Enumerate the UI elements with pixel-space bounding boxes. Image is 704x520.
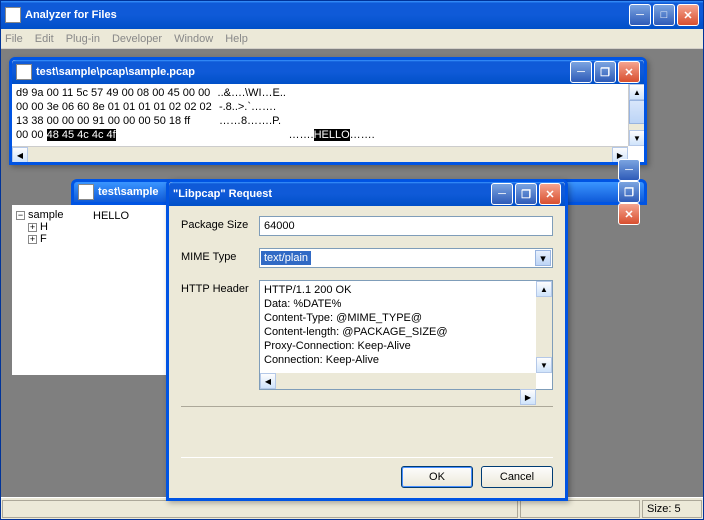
- maximize-button[interactable]: □: [653, 4, 675, 26]
- hex-restore-button[interactable]: ❐: [594, 61, 616, 83]
- document-icon: [78, 184, 94, 200]
- scroll-down-icon[interactable]: ▼: [536, 357, 552, 373]
- app-icon: [5, 7, 21, 23]
- collapse-icon[interactable]: −: [16, 211, 25, 220]
- status-cell: [520, 500, 640, 518]
- dialog-minimize-button[interactable]: ─: [491, 183, 513, 205]
- scroll-down-icon[interactable]: ▼: [629, 130, 644, 146]
- scroll-left-icon[interactable]: ◀: [12, 147, 28, 162]
- menu-edit[interactable]: Edit: [35, 33, 54, 45]
- minimize-button[interactable]: ─: [629, 4, 651, 26]
- textarea-scrollbar-vertical[interactable]: ▲▼: [536, 281, 552, 373]
- mdi-workspace: test\sample\pcap\sample.pcap ─ ❐ ✕ d9 9a…: [1, 49, 703, 497]
- hex-window: test\sample\pcap\sample.pcap ─ ❐ ✕ d9 9a…: [9, 57, 647, 165]
- scroll-right-icon[interactable]: ▶: [520, 389, 536, 405]
- hex-scrollbar-vertical[interactable]: ▲▼: [628, 84, 644, 146]
- hex-titlebar[interactable]: test\sample\pcap\sample.pcap ─ ❐ ✕: [12, 60, 644, 84]
- hex-close-button[interactable]: ✕: [618, 61, 640, 83]
- tree-close-button[interactable]: ✕: [618, 203, 640, 225]
- cancel-button[interactable]: Cancel: [481, 466, 553, 488]
- menu-developer[interactable]: Developer: [112, 33, 162, 45]
- menu-file[interactable]: File: [5, 33, 23, 45]
- main-titlebar[interactable]: Analyzer for Files ─ □ ✕: [1, 1, 703, 29]
- package-size-label: Package Size: [181, 216, 259, 231]
- dialog-restore-button[interactable]: ❐: [515, 183, 537, 205]
- decoded-text: HELLO: [93, 210, 129, 222]
- http-header-textarea[interactable]: HTTP/1.1 200 OK Data: %DATE% Content-Typ…: [259, 280, 553, 390]
- hex-content[interactable]: d9 9a 00 11 5c 57 49 00 08 00 45 00 00 .…: [12, 84, 644, 162]
- scroll-left-icon[interactable]: ◀: [260, 373, 276, 389]
- scroll-up-icon[interactable]: ▲: [536, 281, 552, 297]
- document-icon: [16, 64, 32, 80]
- dropdown-button[interactable]: ▾: [535, 250, 551, 266]
- status-cell: [2, 500, 518, 518]
- mime-type-label: MIME Type: [181, 248, 259, 263]
- dialog-titlebar[interactable]: "Libpcap" Request ─ ❐ ✕: [169, 182, 565, 206]
- textarea-scrollbar-horizontal[interactable]: ◀▶: [260, 373, 536, 389]
- mime-type-value: text/plain: [261, 251, 311, 265]
- dialog-body: Package Size MIME Type text/plain ▾ HTTP…: [169, 206, 565, 498]
- menubar: File Edit Plug-in Developer Window Help: [1, 29, 703, 49]
- content-panel[interactable]: HELLO: [89, 205, 165, 375]
- menu-help[interactable]: Help: [225, 33, 248, 45]
- hex-selection: 48 45 4c 4c 4f: [47, 129, 116, 141]
- expand-icon[interactable]: +: [28, 223, 37, 232]
- request-dialog: "Libpcap" Request ─ ❐ ✕ Package Size MIM…: [166, 179, 568, 501]
- scroll-up-icon[interactable]: ▲: [629, 84, 644, 100]
- hex-scrollbar-horizontal[interactable]: ◀▶: [12, 146, 628, 162]
- tree-minimize-button[interactable]: ─: [618, 159, 640, 181]
- menu-plugin[interactable]: Plug-in: [66, 33, 100, 45]
- menu-window[interactable]: Window: [174, 33, 213, 45]
- ok-button[interactable]: OK: [401, 466, 473, 488]
- dialog-close-button[interactable]: ✕: [539, 183, 561, 205]
- mime-type-combo[interactable]: text/plain ▾: [259, 248, 553, 268]
- main-window: Analyzer for Files ─ □ ✕ File Edit Plug-…: [0, 0, 704, 520]
- status-size: Size: 5: [642, 500, 702, 518]
- http-header-label: HTTP Header: [181, 280, 259, 295]
- main-title: Analyzer for Files: [25, 9, 629, 21]
- hex-minimize-button[interactable]: ─: [570, 61, 592, 83]
- hex-title: test\sample\pcap\sample.pcap: [36, 66, 570, 78]
- tree-restore-button[interactable]: ❐: [618, 181, 640, 203]
- expand-icon[interactable]: +: [28, 235, 37, 244]
- close-button[interactable]: ✕: [677, 4, 699, 26]
- package-size-input[interactable]: [259, 216, 553, 236]
- chevron-down-icon: ▾: [540, 252, 546, 265]
- dialog-title: "Libpcap" Request: [173, 188, 491, 200]
- scroll-thumb[interactable]: [629, 100, 644, 124]
